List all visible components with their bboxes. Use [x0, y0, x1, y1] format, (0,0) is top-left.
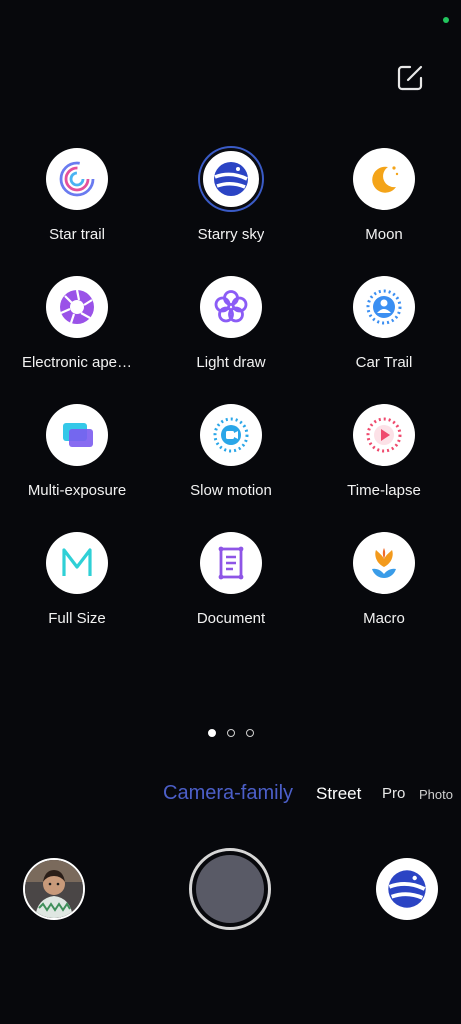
mode-label: Slow motion: [190, 482, 272, 499]
star-trail-icon: [59, 161, 95, 197]
mode-label: Light draw: [196, 354, 266, 371]
mode-photo[interactable]: Photo: [419, 787, 453, 802]
document-icon: [218, 546, 244, 580]
mode-car-trail[interactable]: Car Trail: [307, 276, 461, 388]
mode-label: Electronic ape…: [21, 354, 133, 371]
car-trail-icon: [366, 289, 402, 325]
mode-multi-exposure[interactable]: Multi-exposure: [0, 404, 154, 516]
mode-switch-button[interactable]: [376, 858, 438, 920]
starry-sky-icon: [388, 870, 426, 908]
aperture-icon: [60, 289, 94, 324]
mode-starry-sky[interactable]: Starry sky: [154, 148, 308, 260]
light-draw-icon: [214, 290, 248, 323]
mode-street[interactable]: Street: [316, 784, 361, 804]
mode-camera-family[interactable]: Camera-family: [163, 782, 293, 805]
mode-label: Starry sky: [197, 226, 265, 243]
mode-label: Multi-exposure: [27, 482, 127, 499]
mode-pro[interactable]: Pro: [382, 785, 405, 802]
gallery-thumbnail[interactable]: [23, 858, 85, 920]
mode-document[interactable]: Document: [154, 532, 308, 644]
mode-time-lapse[interactable]: Time-lapse: [307, 404, 461, 516]
macro-icon: [372, 548, 396, 578]
edit-button[interactable]: [394, 62, 426, 94]
starry-sky-icon: [214, 162, 248, 196]
page-indicator: [0, 729, 461, 737]
mode-label: Car Trail: [355, 354, 413, 371]
moon-icon: [372, 166, 399, 193]
gallery-photo-thumbnail: [25, 860, 83, 918]
mode-star-trail[interactable]: Star trail: [0, 148, 154, 260]
mode-slow-motion[interactable]: Slow motion: [154, 404, 308, 516]
mode-label: Time-lapse: [347, 482, 421, 499]
mode-moon[interactable]: Moon: [307, 148, 461, 260]
page-dot-1[interactable]: [207, 729, 216, 737]
mode-macro[interactable]: Macro: [307, 532, 461, 644]
mode-electronic-aperture[interactable]: Electronic ape…: [0, 276, 154, 388]
full-size-icon: [62, 548, 92, 576]
shutter-button[interactable]: [189, 848, 271, 930]
page-dot-3[interactable]: [245, 729, 254, 737]
mode-full-size[interactable]: Full Size: [0, 532, 154, 644]
slow-motion-icon: [213, 417, 249, 453]
mode-light-draw[interactable]: Light draw: [154, 276, 308, 388]
edit-icon: [397, 65, 423, 91]
camera-mode-selector: Camera-family Street Pro Photo: [0, 782, 461, 812]
mode-label: Document: [196, 610, 266, 627]
mode-label: Star trail: [49, 226, 105, 243]
mode-label: Moon: [365, 226, 403, 243]
multi-exposure-icon: [63, 423, 93, 447]
mode-label: Macro: [363, 610, 405, 627]
mode-label: Full Size: [48, 610, 106, 627]
page-dot-2[interactable]: [226, 729, 235, 737]
shutter-inner: [196, 855, 264, 923]
status-indicator-dot: [443, 17, 449, 23]
time-lapse-icon: [366, 417, 402, 453]
